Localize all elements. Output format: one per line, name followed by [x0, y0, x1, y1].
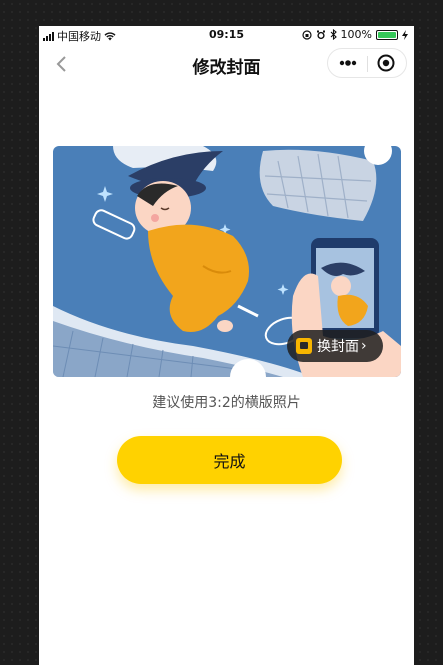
chevron-right-icon: › [361, 338, 367, 354]
image-icon [296, 338, 312, 354]
alarm-icon [316, 30, 325, 39]
nav-bar: 修改封面 [39, 44, 414, 84]
bluetooth-icon [330, 29, 337, 40]
more-dots-icon[interactable] [336, 53, 360, 73]
charging-icon [402, 29, 408, 40]
cover-image[interactable]: 换封面 › [53, 146, 401, 377]
done-button[interactable]: 完成 [117, 436, 342, 484]
battery-percent: 100% [340, 28, 372, 41]
capsule-divider [367, 56, 368, 72]
status-bar: 中国移动 09:15 100% [39, 26, 414, 44]
mini-program-capsule [327, 48, 407, 78]
close-target-icon[interactable] [375, 53, 397, 73]
phone-screen: 中国移动 09:15 100% 修改封面 换封面 › 建议使用3:2的横版照片 … [39, 26, 414, 665]
change-cover-button[interactable]: 换封面 › [287, 330, 383, 362]
battery-icon [376, 29, 398, 40]
lock-rotation-icon [301, 29, 312, 40]
status-right: 100% [301, 28, 408, 41]
change-cover-label: 换封面 [317, 339, 359, 355]
ratio-hint: 建议使用3:2的横版照片 [152, 395, 301, 411]
